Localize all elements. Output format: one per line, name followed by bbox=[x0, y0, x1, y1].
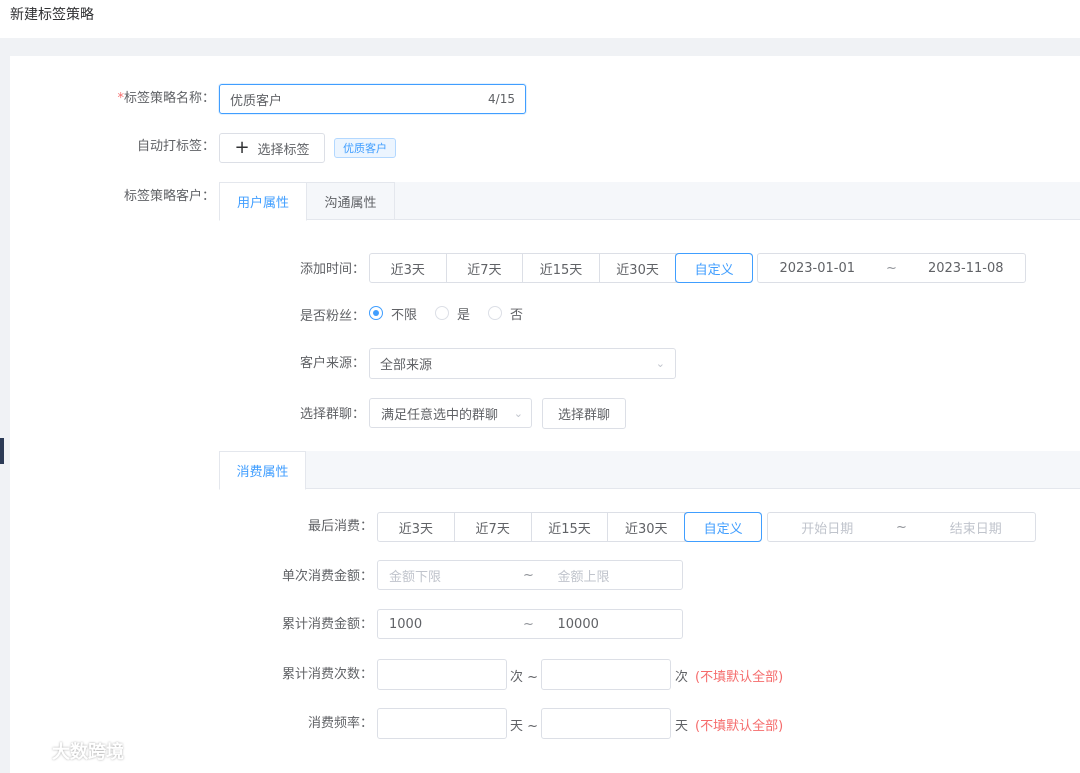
group-mode-value: 满足任意选中的群聊 bbox=[381, 407, 499, 423]
plus-icon: + bbox=[234, 137, 250, 158]
add-time-3d[interactable]: 近3天 bbox=[370, 254, 447, 282]
last-consume-date-range[interactable]: 开始日期 ~ 结束日期 bbox=[767, 512, 1036, 542]
strategy-name-input[interactable]: 优质客户 4/15 bbox=[219, 84, 526, 114]
single-amount-min[interactable]: 金额下限 bbox=[378, 566, 514, 585]
count-unit-1: 次 ~ bbox=[510, 670, 539, 685]
source-label: 客户来源： bbox=[299, 356, 365, 371]
watermark-logo-icon bbox=[10, 741, 44, 760]
single-amount-range[interactable]: 金额下限 ~ 金额上限 bbox=[377, 560, 683, 590]
last-consume-end: 结束日期 bbox=[949, 521, 1002, 537]
radio-checked-icon bbox=[369, 306, 383, 320]
single-amount-max[interactable]: 金额上限 bbox=[544, 566, 683, 585]
last-consume-start: 开始日期 bbox=[801, 521, 854, 537]
frequency-label: 消费频率： bbox=[307, 716, 373, 731]
left-edge-marker bbox=[0, 438, 4, 464]
total-amount-max[interactable]: 10000 bbox=[544, 617, 683, 632]
range-separator: ~ bbox=[523, 567, 534, 583]
add-time-7d[interactable]: 近7天 bbox=[447, 254, 524, 282]
watermark: 大数跨境 bbox=[8, 738, 124, 764]
select-tag-button[interactable]: + 选择标签 bbox=[219, 133, 325, 163]
chevron-down-icon: ⌄ bbox=[655, 357, 665, 370]
page-header bbox=[0, 0, 1080, 38]
radio-unchecked-icon bbox=[435, 306, 450, 320]
name-char-counter: 4/15 bbox=[488, 92, 515, 106]
add-time-30d[interactable]: 近30天 bbox=[600, 254, 677, 282]
count-max-input[interactable] bbox=[541, 659, 671, 690]
count-hint: (不填默认全部) bbox=[695, 670, 784, 685]
add-time-date-range[interactable]: 2023-01-01 ~ 2023-11-08 bbox=[757, 253, 1026, 283]
select-tag-label: 选择标签 bbox=[257, 142, 310, 158]
count-unit-2: 次 bbox=[675, 670, 689, 685]
total-amount-min[interactable]: 1000 bbox=[378, 617, 514, 632]
fan-option-any-label: 不限 bbox=[391, 307, 418, 323]
page-title: 新建标签策略 bbox=[10, 7, 94, 23]
fan-option-yes[interactable]: 是 bbox=[435, 304, 470, 323]
last-consume-segmented: 近3天 近7天 近15天 近30天 自定义 bbox=[377, 512, 762, 542]
fan-label: 是否粉丝： bbox=[299, 309, 365, 324]
add-time-label: 添加时间： bbox=[299, 262, 365, 277]
fan-option-yes-label: 是 bbox=[457, 307, 471, 323]
range-separator: ~ bbox=[896, 519, 907, 535]
freq-unit-1: 天 ~ bbox=[510, 719, 539, 734]
tab-user-attr[interactable]: 用户属性 bbox=[219, 182, 307, 221]
last-consume-custom[interactable]: 自定义 bbox=[685, 513, 761, 541]
last-consume-3d[interactable]: 近3天 bbox=[378, 513, 455, 541]
range-separator: ~ bbox=[886, 260, 897, 276]
consume-tabbar bbox=[219, 451, 1080, 489]
freq-hint: (不填默认全部) bbox=[695, 719, 784, 734]
radio-unchecked-icon bbox=[488, 306, 503, 320]
add-time-start: 2023-01-01 bbox=[779, 260, 856, 276]
total-count-label: 累计消费次数： bbox=[281, 667, 373, 682]
name-label: *标签策略名称： bbox=[117, 91, 215, 106]
source-select[interactable]: 全部来源 ⌄ bbox=[369, 348, 676, 379]
add-time-15d[interactable]: 近15天 bbox=[523, 254, 600, 282]
freq-max-input[interactable] bbox=[541, 708, 671, 739]
count-min-input[interactable] bbox=[377, 659, 507, 690]
fan-option-any[interactable]: 不限 bbox=[369, 304, 417, 323]
selected-tag-badge[interactable]: 优质客户 bbox=[334, 138, 396, 158]
fan-option-no-label: 否 bbox=[510, 307, 524, 323]
last-consume-7d[interactable]: 近7天 bbox=[455, 513, 532, 541]
last-consume-15d[interactable]: 近15天 bbox=[532, 513, 609, 541]
add-time-segmented: 近3天 近7天 近15天 近30天 自定义 bbox=[369, 253, 753, 283]
auto-tag-label: 自动打标签： bbox=[136, 139, 215, 154]
total-amount-label: 累计消费金额： bbox=[281, 617, 373, 632]
group-mode-select[interactable]: 满足任意选中的群聊 ⌄ bbox=[369, 398, 532, 428]
group-label: 选择群聊： bbox=[299, 407, 365, 422]
fan-option-no[interactable]: 否 bbox=[488, 304, 523, 323]
fan-radio-group: 不限 是 否 bbox=[369, 304, 541, 323]
freq-unit-2: 天 bbox=[675, 719, 689, 734]
customers-label: 标签策略客户： bbox=[123, 189, 215, 204]
add-time-end: 2023-11-08 bbox=[927, 260, 1004, 276]
add-time-custom[interactable]: 自定义 bbox=[676, 254, 752, 282]
strategy-name-value: 优质客户 bbox=[230, 93, 283, 109]
watermark-text: 大数跨境 bbox=[52, 742, 124, 763]
total-amount-range[interactable]: 1000 ~ 10000 bbox=[377, 609, 683, 639]
last-consume-label: 最后消费： bbox=[307, 519, 373, 534]
chevron-down-icon: ⌄ bbox=[513, 406, 523, 420]
tab-communication-attr[interactable]: 沟通属性 bbox=[307, 182, 395, 220]
range-separator: ~ bbox=[523, 616, 534, 632]
single-amount-label: 单次消费金额： bbox=[281, 569, 373, 584]
source-select-value: 全部来源 bbox=[380, 358, 433, 373]
last-consume-30d[interactable]: 近30天 bbox=[608, 513, 686, 541]
select-group-button[interactable]: 选择群聊 bbox=[542, 398, 626, 429]
freq-min-input[interactable] bbox=[377, 708, 507, 739]
tab-consume-attr[interactable]: 消费属性 bbox=[219, 451, 306, 490]
